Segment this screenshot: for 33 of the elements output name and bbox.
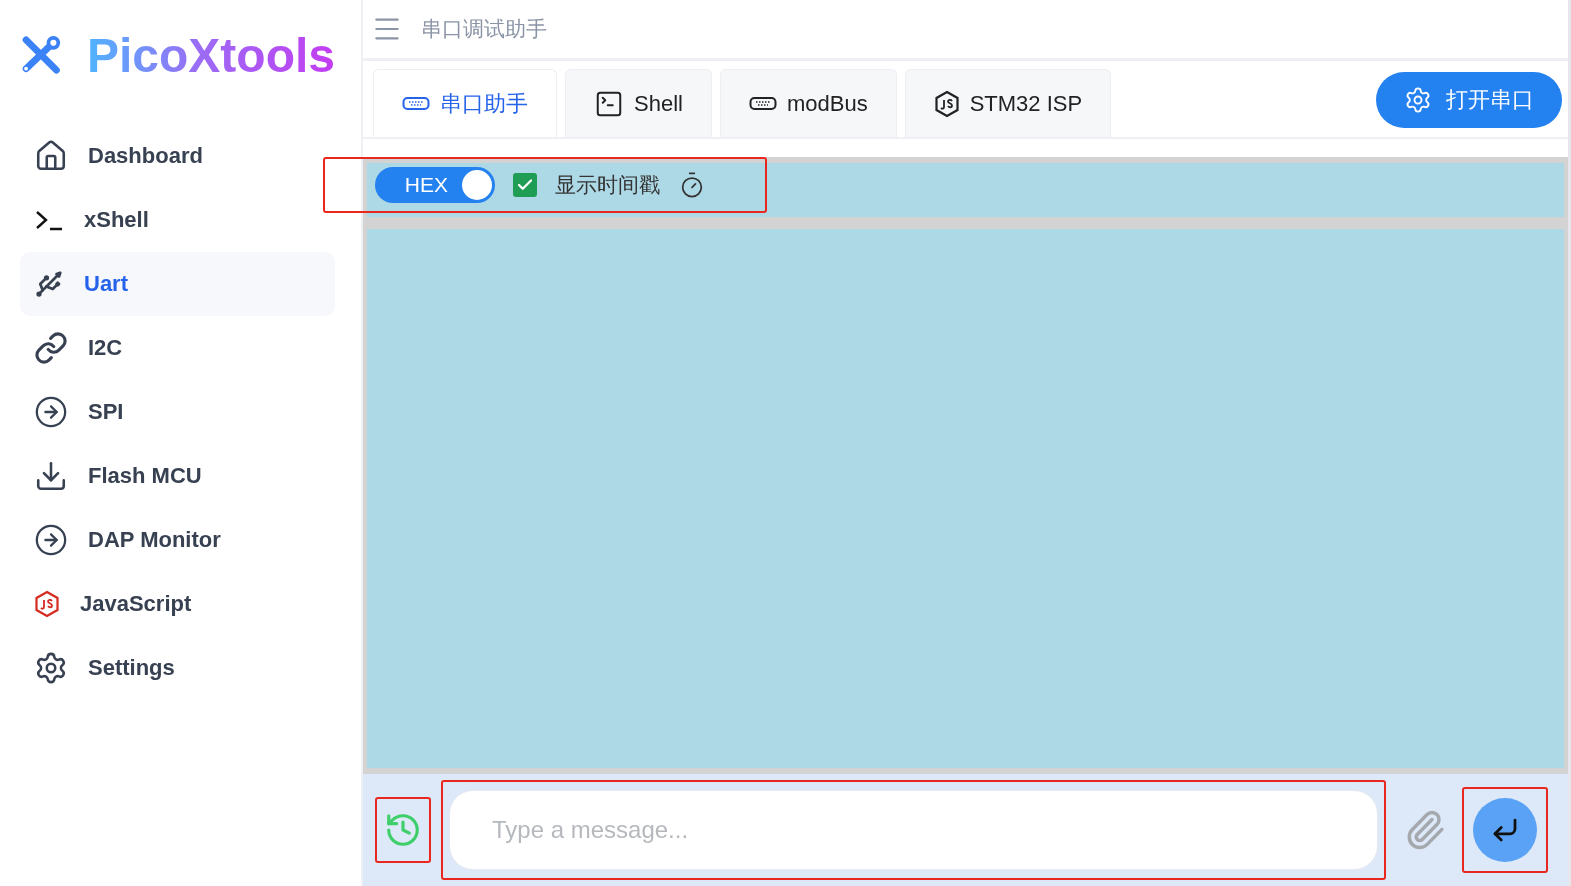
message-input[interactable]: Type a message...	[449, 790, 1378, 870]
js-hexagon-icon	[34, 590, 60, 618]
open-port-button[interactable]: 打开串口	[1376, 72, 1562, 128]
history-icon[interactable]	[384, 811, 422, 849]
js-hexagon-icon	[933, 89, 960, 118]
timestamp-checkbox[interactable]	[513, 173, 537, 197]
tab[interactable]: Shell	[565, 69, 712, 137]
sidebar-item[interactable]: Uart	[20, 252, 335, 316]
link-icon	[34, 331, 68, 365]
timestamp-label: 显示时间戳	[555, 172, 660, 198]
arrow-circle-icon	[34, 523, 68, 557]
sidebar-item[interactable]: xShell	[20, 188, 335, 252]
hex-toggle[interactable]: HEX	[375, 167, 495, 203]
sidebar-item[interactable]: JavaScript	[20, 572, 335, 636]
sidebar-item[interactable]: DAP Monitor	[20, 508, 335, 572]
page-title: 串口调试助手	[421, 16, 547, 42]
arrow-circle-icon	[34, 395, 68, 429]
sidebar-item[interactable]: Flash MCU	[20, 444, 335, 508]
tab[interactable]: STM32 ISP	[904, 69, 1112, 137]
sidebar-item[interactable]: SPI	[20, 380, 335, 444]
sidebar-item[interactable]: Dashboard	[20, 124, 335, 188]
tab[interactable]: modBus	[719, 69, 897, 137]
sidebar-item[interactable]: Settings	[20, 636, 335, 700]
terminal-prompt-icon	[34, 208, 64, 232]
serial-port-icon	[402, 95, 430, 112]
settings-icon	[34, 651, 68, 685]
download-icon	[34, 459, 68, 493]
usb-icon	[34, 269, 64, 299]
home-icon	[34, 139, 68, 173]
settings-icon	[1404, 86, 1432, 114]
sidebar-item[interactable]: I2C	[20, 316, 335, 380]
serial-port-icon	[748, 95, 777, 112]
tab[interactable]: 串口助手	[373, 69, 557, 137]
